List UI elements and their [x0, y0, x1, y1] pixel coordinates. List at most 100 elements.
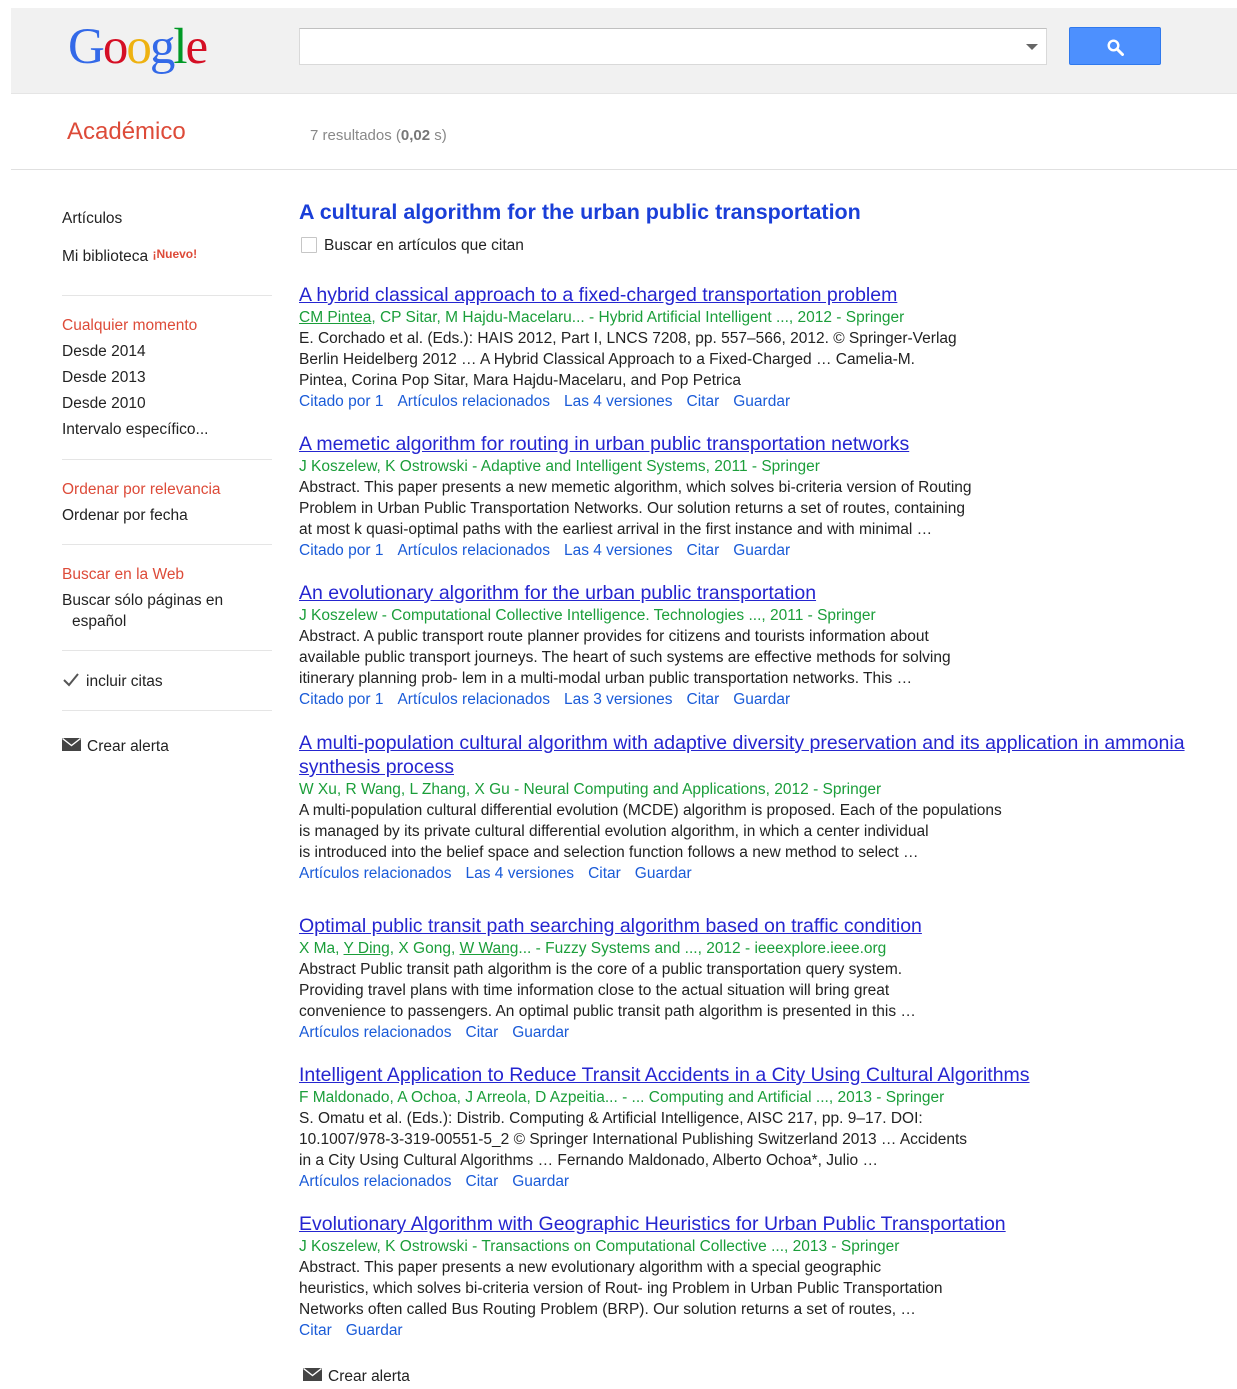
result-title-link[interactable]: Evolutionary Algorithm with Geographic H… — [299, 1212, 1229, 1236]
sidebar-item-sort-relevance[interactable]: Ordenar por relevancia — [62, 481, 221, 499]
related-articles-link[interactable]: Artículos relacionados — [397, 542, 550, 559]
result-actions: Citado por 1 Artículos relacionados Las 3 … — [299, 689, 1229, 711]
save-link[interactable]: Guardar — [512, 1173, 569, 1190]
result-item: A hybrid classical approach to a fixed-c… — [299, 283, 1229, 413]
result-snippet: E. Corchado et al. (Eds.): HAIS 2012, Pa… — [299, 330, 957, 389]
result-authors: J Koszelew - Computational Collective In… — [299, 607, 876, 624]
sidebar-item-search-web[interactable]: Buscar en la Web — [62, 566, 184, 584]
new-badge: ¡Nuevo! — [152, 247, 198, 261]
result-actions: Artículos relacionados Citar Guardar — [299, 1022, 1229, 1044]
sidebar-item-since-2010[interactable]: Desde 2010 — [62, 395, 146, 413]
scholar-title[interactable]: Académico — [67, 118, 186, 146]
result-snippet: Abstract. This paper presents a new meme… — [299, 479, 972, 538]
cite-link[interactable]: Citar — [466, 1173, 499, 1190]
search-citing-option[interactable]: Buscar en artículos que citan — [301, 237, 524, 255]
related-articles-link[interactable]: Artículos relacionados — [397, 691, 550, 708]
search-button[interactable] — [1069, 27, 1161, 65]
result-title-link[interactable]: Optimal public transit path searching al… — [299, 914, 1229, 938]
result-title-link[interactable]: Intelligent Application to Reduce Transi… — [299, 1063, 1229, 1087]
sidebar-item-library[interactable]: Mi biblioteca ¡Nuevo! — [62, 247, 198, 266]
include-citations-toggle[interactable]: incluir citas — [62, 672, 163, 691]
results-count: 7 resultados (0,02 s) — [310, 127, 447, 144]
search-input[interactable] — [300, 29, 1000, 62]
search-citing-checkbox[interactable] — [301, 237, 317, 253]
result-item: Intelligent Application to Reduce Transi… — [299, 1063, 1229, 1193]
checkmark-icon — [63, 673, 79, 687]
related-articles-link[interactable]: Artículos relacionados — [397, 393, 550, 410]
save-link[interactable]: Guardar — [346, 1322, 403, 1339]
cited-article-title[interactable]: A cultural algorithm for the urban publi… — [299, 200, 861, 225]
divider — [62, 650, 272, 651]
create-alert-bottom-link[interactable]: Crear alerta — [303, 1368, 410, 1386]
cited-by-link[interactable]: Citado por 1 — [299, 542, 383, 559]
dropdown-arrow-icon[interactable] — [1026, 44, 1038, 50]
versions-link[interactable]: Las 4 versiones — [564, 393, 673, 410]
result-authors: J Koszelew, K Ostrowski - Adaptive and I… — [299, 458, 820, 475]
related-articles-link[interactable]: Artículos relacionados — [299, 865, 452, 882]
author-link[interactable]: Y Ding — [344, 940, 390, 957]
result-title-link[interactable]: A memetic algorithm for routing in urban… — [299, 432, 1229, 456]
result-snippet: Abstract Public transit path algorithm i… — [299, 961, 916, 1020]
cited-by-link[interactable]: Citado por 1 — [299, 691, 383, 708]
top-header: Google — [11, 8, 1237, 94]
result-title-link[interactable]: A multi-population cultural algorithm wi… — [299, 731, 1229, 779]
result-item: Evolutionary Algorithm with Geographic H… — [299, 1212, 1229, 1342]
sidebar-item-since-2014[interactable]: Desde 2014 — [62, 343, 146, 361]
result-actions: Citado por 1 Artículos relacionados Las 4 … — [299, 540, 1229, 562]
result-authors: J Koszelew, K Ostrowski - Transactions o… — [299, 1238, 900, 1255]
result-item: A memetic algorithm for routing in urban… — [299, 432, 1229, 562]
result-item: A multi-population cultural algorithm wi… — [299, 731, 1229, 885]
sidebar-item-articles[interactable]: Artículos — [62, 210, 122, 228]
sidebar-item-since-2013[interactable]: Desde 2013 — [62, 369, 146, 387]
versions-link[interactable]: Las 4 versiones — [564, 542, 673, 559]
result-item: An evolutionary algorithm for the urban … — [299, 581, 1229, 711]
result-actions: Citado por 1 Artículos relacionados Las 4 … — [299, 391, 1229, 413]
cite-link[interactable]: Citar — [588, 865, 621, 882]
result-authors: W Xu, R Wang, L Zhang, X Gu - Neural Com… — [299, 781, 882, 798]
result-authors: CM Pintea, CP Sitar, M Hajdu-Macelaru...… — [299, 309, 905, 326]
divider — [62, 544, 272, 545]
create-alert-link[interactable]: Crear alerta — [62, 738, 169, 756]
cite-link[interactable]: Citar — [466, 1024, 499, 1041]
save-link[interactable]: Guardar — [733, 542, 790, 559]
author-link[interactable]: CM Pintea — [299, 309, 371, 326]
cite-link[interactable]: Citar — [687, 393, 720, 410]
sidebar-item-custom-range[interactable]: Intervalo específico... — [62, 421, 208, 439]
versions-link[interactable]: Las 4 versiones — [466, 865, 575, 882]
sub-header: Académico 7 resultados (0,02 s) — [11, 94, 1237, 170]
result-authors: F Maldonado, A Ochoa, J Arreola, D Azpei… — [299, 1089, 945, 1106]
divider — [62, 295, 272, 296]
save-link[interactable]: Guardar — [733, 691, 790, 708]
save-link[interactable]: Guardar — [512, 1024, 569, 1041]
cite-link[interactable]: Citar — [687, 691, 720, 708]
sidebar-item-spanish-only-cont[interactable]: español — [72, 613, 126, 631]
save-link[interactable]: Guardar — [733, 393, 790, 410]
result-authors: X Ma, Y Ding, X Gong, W Wang... - Fuzzy … — [299, 940, 887, 957]
result-actions: Artículos relacionados Citar Guardar — [299, 1171, 1229, 1193]
related-articles-link[interactable]: Artículos relacionados — [299, 1024, 452, 1041]
result-item: Optimal public transit path searching al… — [299, 914, 1229, 1044]
versions-link[interactable]: Las 3 versiones — [564, 691, 673, 708]
author-link[interactable]: W Wang — [460, 940, 519, 957]
result-actions: Artículos relacionados Las 4 versiones Cit… — [299, 863, 1229, 885]
envelope-icon — [303, 1368, 322, 1381]
related-articles-link[interactable]: Artículos relacionados — [299, 1173, 452, 1190]
sidebar-item-sort-date[interactable]: Ordenar por fecha — [62, 507, 188, 525]
search-box[interactable] — [299, 28, 1047, 65]
result-actions: Citar Guardar — [299, 1320, 1229, 1342]
divider — [62, 710, 272, 711]
envelope-icon — [62, 738, 81, 751]
google-logo[interactable]: Google — [68, 17, 208, 77]
result-title-link[interactable]: A hybrid classical approach to a fixed-c… — [299, 283, 1229, 307]
result-title-link[interactable]: An evolutionary algorithm for the urban … — [299, 581, 1229, 605]
cite-link[interactable]: Citar — [299, 1322, 332, 1339]
save-link[interactable]: Guardar — [635, 865, 692, 882]
result-snippet: A multi-population cultural differential… — [299, 802, 1002, 861]
sidebar-item-any-time[interactable]: Cualquier momento — [62, 317, 197, 335]
result-snippet: Abstract. A public transport route plann… — [299, 628, 951, 687]
cited-by-link[interactable]: Citado por 1 — [299, 393, 383, 410]
cite-link[interactable]: Citar — [687, 542, 720, 559]
sidebar-item-spanish-only[interactable]: Buscar sólo páginas en — [62, 592, 223, 610]
result-snippet: Abstract. This paper presents a new evol… — [299, 1259, 943, 1318]
result-snippet: S. Omatu et al. (Eds.): Distrib. Computi… — [299, 1110, 968, 1169]
